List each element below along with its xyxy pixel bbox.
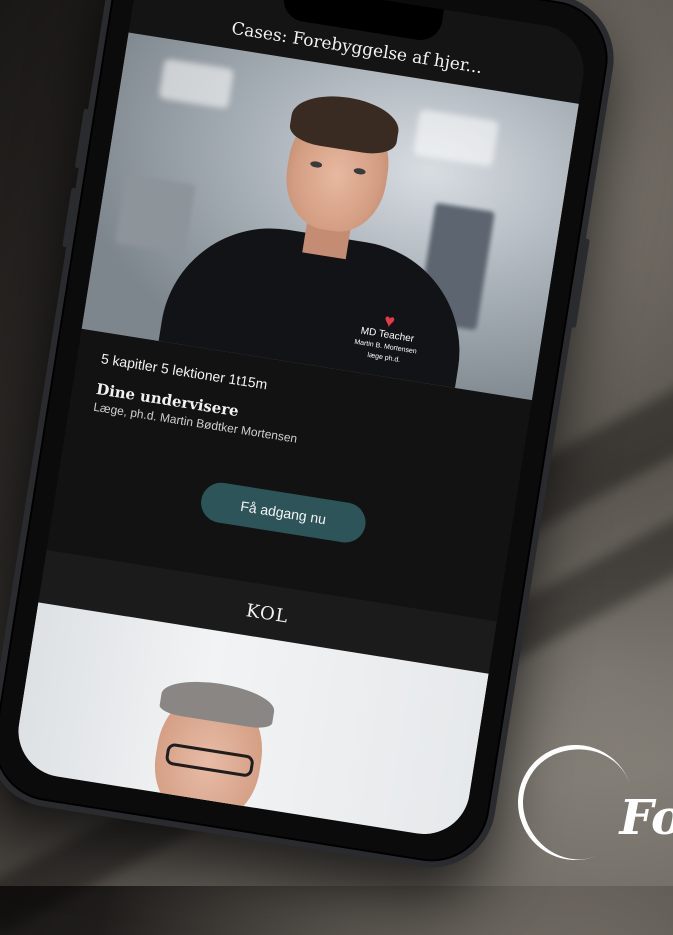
get-access-button[interactable]: Få adgang nu bbox=[198, 479, 369, 546]
phone-screen: Cases: Forebyggelse af hjer... ♥ MD Teac… bbox=[11, 0, 591, 841]
phone-side-button bbox=[74, 108, 90, 169]
instructor-photo: ♥ MD Teacher Martin B. Mortensen læge ph… bbox=[153, 64, 499, 401]
phone-side-button bbox=[570, 238, 590, 329]
phone-device: Cases: Forebyggelse af hjer... ♥ MD Teac… bbox=[0, 0, 623, 877]
scene: Cases: Forebyggelse af hjer... ♥ MD Teac… bbox=[0, 0, 673, 935]
brand-logo: Fo bbox=[619, 790, 673, 846]
phone-side-button bbox=[62, 187, 77, 248]
cta-container: Få adgang nu bbox=[55, 457, 512, 568]
